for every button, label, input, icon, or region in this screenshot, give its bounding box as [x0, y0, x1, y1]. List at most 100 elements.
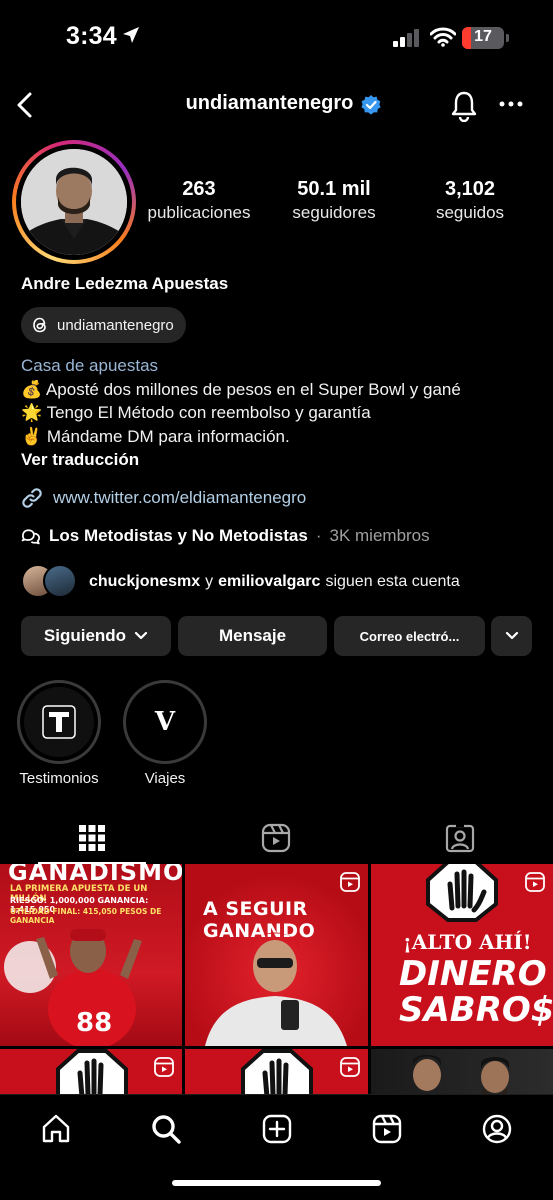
cellular-signal-icon	[393, 29, 419, 47]
post-image: 88	[4, 929, 142, 1046]
post-image	[205, 932, 347, 1046]
post-thumbnail[interactable]: A SEGUIR GANANDO	[185, 864, 368, 1046]
suggested-accounts-button[interactable]	[491, 616, 532, 656]
status-time: 3:34	[66, 22, 117, 50]
highlight-cover	[24, 687, 94, 757]
post-thumbnail[interactable]	[0, 1049, 182, 1094]
external-link-text: www.twitter.com/eldiamantenegro	[53, 488, 307, 507]
posts-count[interactable]: 263 publicaciones	[140, 178, 258, 223]
stop-hand-icon	[56, 1049, 128, 1094]
community-chat-icon	[21, 529, 41, 545]
mutual-follower-and: y	[205, 573, 214, 590]
following-button-label: Siguiendo	[43, 626, 127, 645]
profile-bio: Casa de apuestas 💰 Aposté dos millones d…	[21, 354, 461, 472]
chevron-down-icon	[134, 631, 148, 640]
chevron-down-icon	[505, 631, 518, 640]
mutual-follower-name[interactable]: emiliovalgarc	[218, 573, 320, 591]
email-button[interactable]: Correo electró...	[334, 616, 485, 656]
post-thumbnail[interactable]: ¡ALTO AHÍ! DINERO SABRO$O	[371, 864, 553, 1046]
stop-hand-icon	[426, 864, 498, 922]
post-title: GANADISMO	[8, 864, 182, 886]
community-row[interactable]: Los Metodistas y No Metodistas · 3K miem…	[21, 526, 430, 546]
tagged-icon	[445, 823, 475, 853]
reel-indicator-icon	[340, 1057, 360, 1077]
following-button[interactable]: Siguiendo	[21, 616, 171, 656]
profile-icon	[482, 1114, 512, 1144]
threads-icon	[33, 317, 46, 333]
message-button[interactable]: Mensaje	[178, 616, 327, 656]
reels-icon	[372, 1114, 402, 1144]
profile-category: Casa de apuestas	[21, 356, 159, 375]
home-indicator[interactable]	[172, 1180, 381, 1186]
tab-posts-grid[interactable]	[0, 812, 184, 864]
nav-create[interactable]	[257, 1109, 297, 1149]
grid-icon	[79, 825, 105, 851]
home-icon	[42, 1114, 70, 1143]
bio-line: ✌️ Mándame DM para información.	[21, 426, 290, 446]
tab-reels[interactable]	[184, 812, 368, 864]
highlight-logo-v: V	[154, 707, 176, 737]
nav-home[interactable]	[36, 1109, 76, 1149]
post-image	[413, 1055, 509, 1094]
posts-grid: GANADISMO LA PRIMERA APUESTA DE UN MILLÓ…	[0, 864, 553, 1094]
post-thumbnail[interactable]	[371, 1049, 553, 1094]
posts-count-label: publicaciones	[147, 203, 251, 222]
see-translation-link[interactable]: Ver traducción	[21, 448, 461, 472]
post-thumbnail[interactable]	[185, 1049, 368, 1094]
post-thumbnail[interactable]: GANADISMO LA PRIMERA APUESTA DE UN MILLÓ…	[0, 864, 182, 1046]
following-count[interactable]: 3,102 seguidos	[416, 178, 524, 223]
avatar	[43, 564, 77, 598]
email-button-label: Correo electró...	[359, 628, 460, 644]
message-button-label: Mensaje	[218, 626, 287, 645]
search-icon	[152, 1115, 181, 1144]
mutual-follower-avatars	[21, 564, 83, 600]
stop-hand-icon	[241, 1049, 313, 1094]
reel-indicator-icon	[340, 872, 360, 892]
nav-search[interactable]	[146, 1109, 186, 1149]
location-arrow-icon	[123, 27, 139, 43]
reel-indicator-icon	[525, 872, 545, 892]
highlight-cover: V	[130, 687, 200, 757]
notification-bell-icon[interactable]	[449, 90, 479, 122]
profile-full-name: Andre Ledezma Apuestas	[21, 274, 229, 293]
bio-line: 💰 Aposté dos millones de pesos en el Sup…	[21, 379, 461, 399]
tab-tagged[interactable]	[368, 812, 552, 864]
profile-header: undiamantenegro	[0, 80, 553, 132]
community-separator: ·	[315, 526, 322, 545]
link-icon	[22, 488, 42, 508]
posts-count-value: 263	[182, 178, 216, 200]
profile-avatar-story-ring[interactable]	[12, 140, 136, 264]
followers-count-label: seguidores	[292, 203, 376, 222]
profile-tabs	[0, 812, 553, 864]
battery-indicator: 17	[462, 27, 509, 49]
profile-avatar	[21, 149, 127, 255]
post-title: ¡ALTO AHÍ!	[403, 930, 532, 954]
wifi-icon	[430, 27, 456, 47]
post-title: DINERO	[399, 954, 547, 994]
mutual-follower-name[interactable]: chuckjonesmx	[89, 573, 200, 591]
following-count-label: seguidos	[435, 203, 505, 222]
bio-line: 🌟 Tengo El Método con reembolso y garant…	[21, 403, 371, 422]
reels-icon	[261, 823, 291, 853]
community-member-count: 3K miembros	[329, 526, 430, 545]
threads-badge[interactable]: undiamantenegro	[21, 307, 186, 343]
more-options-icon[interactable]	[499, 100, 523, 108]
highlight-label: Viajes	[144, 770, 186, 787]
nav-reels[interactable]	[367, 1109, 407, 1149]
battery-level: 17	[474, 28, 492, 45]
reel-indicator-icon	[154, 1057, 174, 1077]
highlight-viajes[interactable]: V Viajes	[123, 680, 207, 787]
svg-text:88: 88	[76, 1008, 112, 1038]
mutual-followers[interactable]: chuckjonesmx y emiliovalgarc siguen esta…	[21, 564, 460, 600]
mutual-follower-suffix: siguen esta cuenta	[325, 573, 460, 590]
status-bar: 3:34 17	[0, 0, 553, 80]
followers-count[interactable]: 50.1 mil seguidores	[278, 178, 390, 223]
highlight-logo-t	[42, 705, 76, 739]
external-link[interactable]: www.twitter.com/eldiamantenegro	[21, 487, 306, 509]
post-title: SABRO$O	[399, 990, 553, 1030]
highlight-testimonios[interactable]: Testimonios	[17, 680, 101, 787]
community-name: Los Metodistas y No Metodistas	[49, 526, 308, 545]
nav-profile[interactable]	[477, 1109, 517, 1149]
following-count-value: 3,102	[444, 178, 496, 200]
followers-count-value: 50.1 mil	[297, 178, 371, 200]
